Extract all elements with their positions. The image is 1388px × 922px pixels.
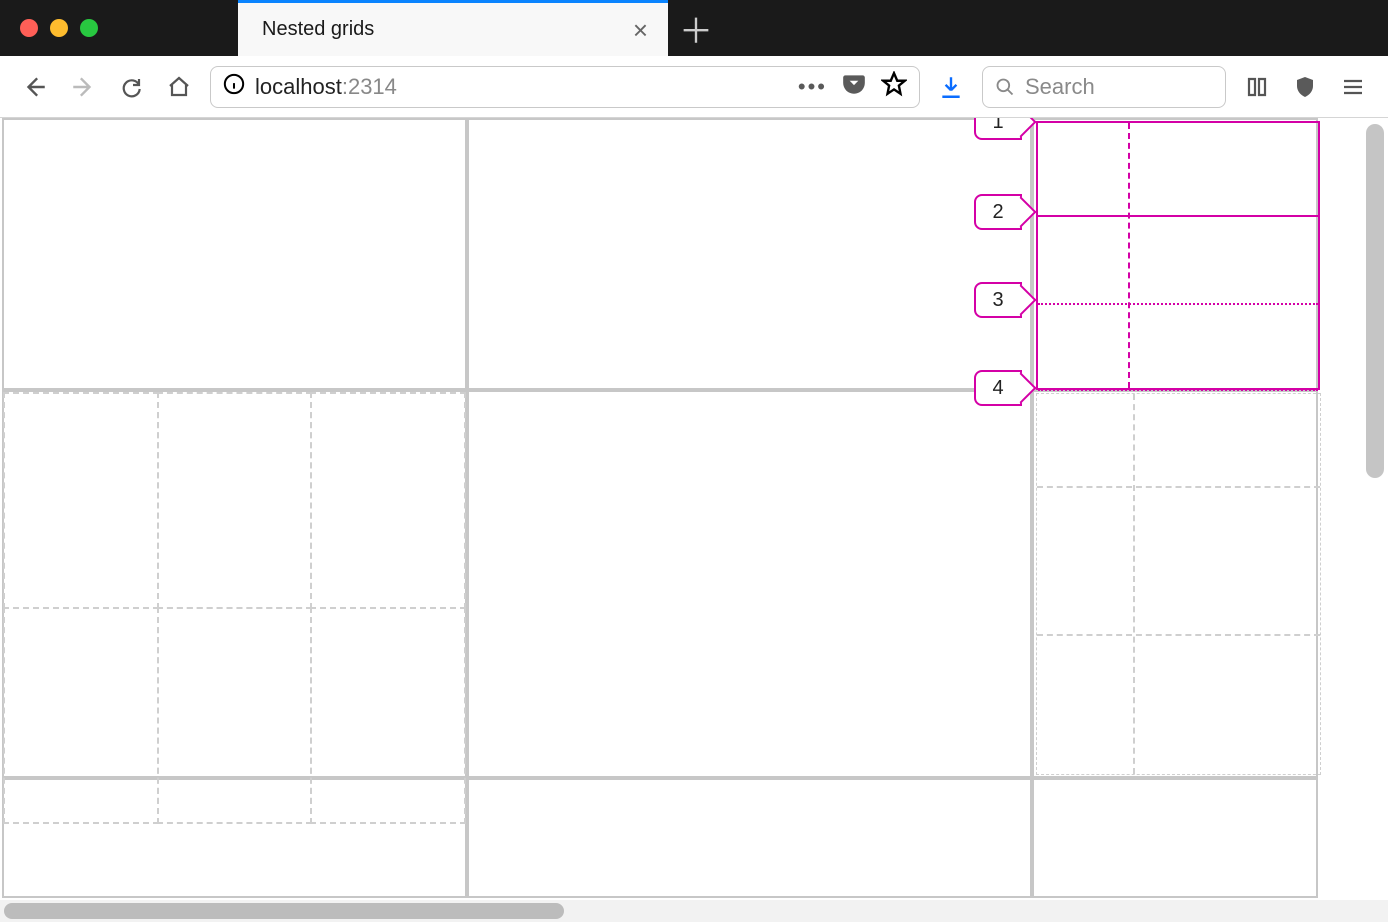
grid-line-number: 3 xyxy=(992,289,1003,312)
search-placeholder: Search xyxy=(1025,74,1095,100)
url-text: localhost:2314 xyxy=(255,74,397,100)
grid-line-number: 2 xyxy=(992,201,1003,224)
arrow-left-icon xyxy=(22,74,48,100)
vertical-scrollbar[interactable] xyxy=(1366,124,1384,478)
home-icon xyxy=(167,75,191,99)
back-button[interactable] xyxy=(18,70,52,104)
window-close-button[interactable] xyxy=(20,19,38,37)
window-minimize-button[interactable] xyxy=(50,19,68,37)
url-port: :2314 xyxy=(342,74,397,99)
grid-line-tag[interactable]: 2 xyxy=(974,194,1022,230)
shield-icon xyxy=(1293,75,1317,99)
page-actions-button[interactable]: ••• xyxy=(798,74,827,100)
new-tab-button[interactable]: ＋ xyxy=(668,4,724,53)
page-viewport[interactable]: 1 2 3 4 xyxy=(0,118,1388,900)
info-icon xyxy=(223,73,245,95)
grid-cell xyxy=(467,390,1032,778)
grid-cell xyxy=(467,118,1032,390)
site-info-icon[interactable] xyxy=(223,73,245,100)
download-icon xyxy=(938,74,964,100)
library-icon xyxy=(1245,75,1269,99)
nested-grid-left xyxy=(4,393,465,823)
search-bar[interactable]: Search xyxy=(982,66,1226,108)
grid-line-tag[interactable]: 4 xyxy=(974,370,1022,406)
grid-line-number: 4 xyxy=(992,377,1003,400)
tab-title: Nested grids xyxy=(262,18,374,41)
ublock-button[interactable] xyxy=(1288,70,1322,104)
star-icon xyxy=(881,71,907,97)
inspected-grid-overlay xyxy=(1036,121,1320,390)
grid-line-number: 1 xyxy=(992,118,1003,134)
bookmark-button[interactable] xyxy=(881,71,907,102)
horizontal-scrollbar-thumb[interactable] xyxy=(4,903,564,919)
reload-button[interactable] xyxy=(114,70,148,104)
search-icon xyxy=(995,77,1015,97)
arrow-right-icon xyxy=(70,74,96,100)
window-controls xyxy=(20,19,98,37)
horizontal-scrollbar-track[interactable] xyxy=(0,900,1388,922)
pocket-button[interactable] xyxy=(841,71,867,102)
grid-cell xyxy=(2,118,467,390)
grid-cell xyxy=(467,778,1032,898)
nested-grid-right xyxy=(1036,393,1321,775)
reload-icon xyxy=(119,75,143,99)
downloads-button[interactable] xyxy=(934,70,968,104)
url-host: localhost xyxy=(255,74,342,99)
navigation-toolbar: localhost:2314 ••• Search xyxy=(0,56,1388,118)
browser-tab-active[interactable]: Nested grids × xyxy=(238,0,668,56)
pocket-icon xyxy=(841,71,867,97)
app-menu-button[interactable] xyxy=(1336,70,1370,104)
grid-cell xyxy=(1032,778,1318,898)
title-bar: Nested grids × ＋ xyxy=(0,0,1388,56)
home-button[interactable] xyxy=(162,70,196,104)
window-zoom-button[interactable] xyxy=(80,19,98,37)
url-bar[interactable]: localhost:2314 ••• xyxy=(210,66,920,108)
hamburger-icon xyxy=(1341,75,1365,99)
library-button[interactable] xyxy=(1240,70,1274,104)
grid-line-tag[interactable]: 3 xyxy=(974,282,1022,318)
forward-button[interactable] xyxy=(66,70,100,104)
tab-close-button[interactable]: × xyxy=(633,17,648,43)
grid-line-tag[interactable]: 1 xyxy=(974,118,1022,140)
